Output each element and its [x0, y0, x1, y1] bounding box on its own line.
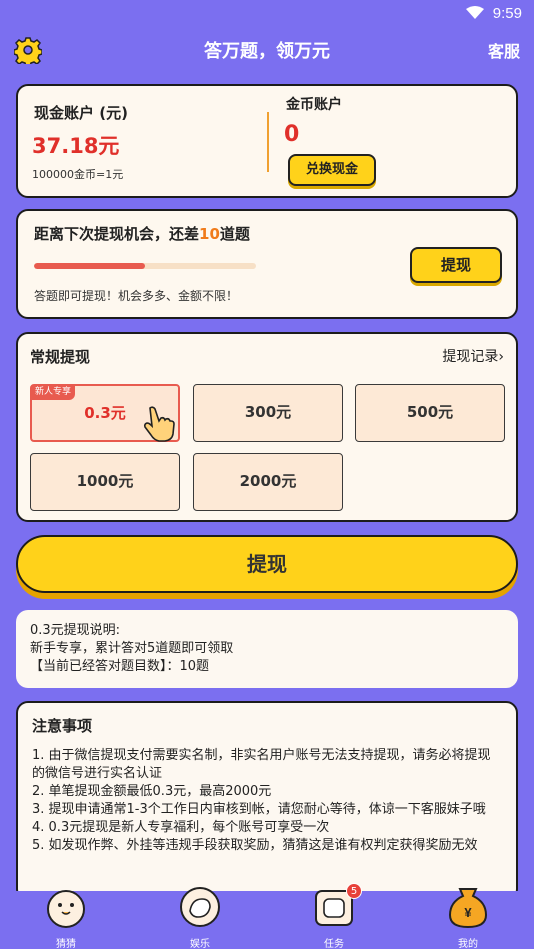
remaining-count: 10: [199, 225, 220, 243]
nav-item-guess[interactable]: 猜猜: [26, 890, 106, 949]
coin-balance: 0: [284, 122, 300, 147]
nav-label: 猜猜: [56, 939, 76, 949]
nav-item-entertainment[interactable]: 娱乐: [160, 887, 240, 949]
title-bar: 答万题，领万元 客服: [0, 30, 534, 68]
amount-option-500[interactable]: 500元: [355, 384, 505, 442]
progress-tip: 答题即可提现！机会多多、金额不限！: [34, 289, 239, 303]
note-item: 5. 如发现作弊、外挂等违规手段获取奖励，猜猜这是谁有权判定获得奖励无效: [32, 838, 478, 853]
nav-item-mine[interactable]: ¥ 我的: [428, 888, 508, 949]
exchange-cash-button[interactable]: 兑换现金: [288, 154, 376, 186]
note-item: 2. 单笔提现金额最低0.3元，最高2000元: [32, 784, 272, 799]
note-item: 3. 提现申请通常1-3个工作日内审核到帐，请您耐心等待，体谅一下客服妹子哦: [32, 802, 486, 817]
regular-withdraw-title: 常规提现: [30, 348, 91, 366]
nav-label: 任务: [324, 939, 344, 949]
amount-option-300[interactable]: 300元: [193, 384, 343, 442]
chick-icon: [47, 890, 85, 928]
account-card: 现金账户 (元) 37.18元 100000金币=1元 金币账户 0 兑换现金: [16, 84, 518, 198]
new-user-badge: 新人专享: [31, 385, 76, 400]
withdraw-small-button[interactable]: 提现: [410, 247, 502, 283]
bottom-nav: 猜猜 娱乐 5 任务 ¥ 我的: [0, 883, 534, 949]
next-withdraw-text: 距离下次提现机会，还差10道题: [34, 223, 250, 244]
page-title: 答万题，领万元: [204, 41, 330, 62]
pointing-hand-icon: [143, 406, 175, 442]
money-bag-icon: ¥: [448, 888, 488, 929]
explanation-line: 0.3元提现说明:: [30, 623, 121, 638]
exchange-rate: 100000金币=1元: [32, 168, 124, 181]
svg-text:¥: ¥: [464, 905, 472, 920]
nav-label: 我的: [458, 939, 478, 949]
explanation-line: 新手专享，累计答对5道题即可领取: [30, 641, 234, 656]
withdraw-records-label: 提现记录: [442, 349, 499, 365]
explanation-line: 【当前已经答对题目数】：10题: [30, 659, 210, 674]
notes-card: 注意事项 1. 由于微信提现支付需要实名制，非实名用户账号无法支持提现，请务必将…: [16, 701, 518, 901]
amount-option-1000[interactable]: 1000元: [30, 453, 180, 511]
amount-label: 0.3元: [84, 404, 126, 422]
withdraw-explanation: 0.3元提现说明: 新手专享，累计答对5道题即可领取 【当前已经答对题目数】：1…: [16, 610, 518, 688]
nav-label: 娱乐: [190, 939, 210, 949]
notes-title: 注意事项: [32, 717, 93, 735]
note-item: 1. 由于微信提现支付需要实名制，非实名用户账号无法支持提现，请务必将提现的微信…: [32, 748, 491, 781]
customer-service-button[interactable]: 客服: [488, 38, 520, 62]
note-item: 4. 0.3元提现是新人专享福利，每个账号可享受一次: [32, 820, 330, 835]
withdraw-button[interactable]: 提现: [16, 535, 518, 593]
tasks-badge: 5: [346, 883, 362, 899]
amount-label: 300元: [244, 403, 292, 421]
cash-account-label: 现金账户 (元): [34, 104, 128, 122]
withdraw-records-link[interactable]: 提现记录›: [442, 346, 504, 366]
nav-item-tasks[interactable]: 5 任务: [294, 883, 374, 949]
next-withdraw-prefix: 距离下次提现机会，还差: [34, 225, 200, 243]
leaf-icon: [180, 887, 220, 927]
regular-withdraw-card: 常规提现 提现记录› 新人专享 0.3元 300元 500元 1000元 200…: [16, 332, 518, 522]
cash-balance: 37.18元: [32, 134, 120, 158]
amount-option-2000[interactable]: 2000元: [193, 453, 343, 511]
amount-option-0-3[interactable]: 新人专享 0.3元: [30, 384, 180, 442]
divider: [267, 112, 269, 172]
amount-label: 500元: [406, 403, 454, 421]
status-time: 9:59: [492, 5, 522, 22]
coin-account-label: 金币账户: [286, 97, 342, 113]
next-withdraw-card: 距离下次提现机会，还差10道题 答题即可提现！机会多多、金额不限！ 提现: [16, 209, 518, 319]
wifi-icon: [466, 6, 484, 19]
next-withdraw-suffix: 道题: [219, 225, 250, 243]
amount-label: 1000元: [76, 472, 134, 490]
amount-label: 2000元: [239, 472, 297, 490]
chevron-right-icon: ›: [498, 349, 504, 365]
progress-bar: [34, 263, 256, 269]
status-bar: 9:59: [0, 0, 534, 30]
progress-fill: [34, 263, 145, 269]
